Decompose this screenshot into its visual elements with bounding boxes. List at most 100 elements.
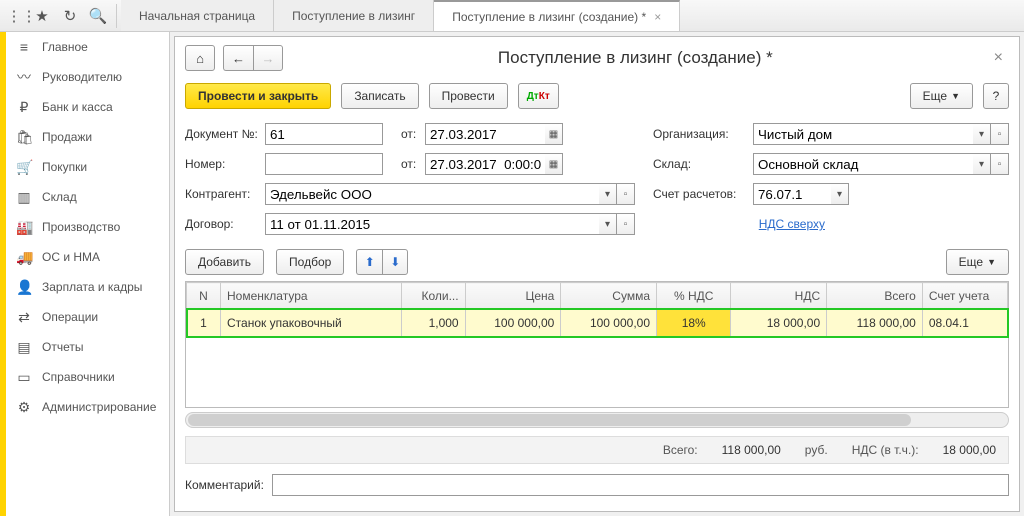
more-button[interactable]: Еще ▼ xyxy=(910,83,973,109)
sidebar-item-production[interactable]: 🏭Производство xyxy=(6,212,169,242)
cell-qty[interactable]: 1,000 xyxy=(401,309,465,337)
counterparty-input[interactable] xyxy=(265,183,599,205)
date-input[interactable] xyxy=(425,123,545,145)
forward-button[interactable]: → xyxy=(253,45,283,71)
chevron-down-icon[interactable]: ▾ xyxy=(973,153,991,175)
person-icon: 👤 xyxy=(16,279,32,296)
move-down-button[interactable]: ⬇ xyxy=(382,249,408,275)
doc-no-label: Документ №: xyxy=(185,127,265,141)
col-price[interactable]: Цена xyxy=(465,283,561,309)
sidebar-item-hr[interactable]: 👤Зарплата и кадры xyxy=(6,272,169,302)
account-input[interactable] xyxy=(753,183,831,205)
cell-price[interactable]: 100 000,00 xyxy=(465,309,561,337)
contract-input[interactable] xyxy=(265,213,599,235)
vat-mode-link[interactable]: НДС сверху xyxy=(759,217,825,231)
sidebar-item-bank[interactable]: ₽Банк и касса xyxy=(6,92,169,122)
sidebar-item-label: Главное xyxy=(42,40,88,54)
move-up-button[interactable]: ⬆ xyxy=(356,249,382,275)
comment-input[interactable] xyxy=(272,474,1009,496)
sidebar-item-label: Администрирование xyxy=(42,400,156,414)
sidebar-item-manager[interactable]: 〰Руководителю xyxy=(6,62,169,92)
help-button[interactable]: ? xyxy=(983,83,1009,109)
apps-icon[interactable]: ⋮⋮⋮ xyxy=(0,2,28,30)
sidebar-item-main[interactable]: ≡ Главное xyxy=(6,32,169,62)
table-empty-space[interactable] xyxy=(185,338,1009,408)
open-icon[interactable]: ▫ xyxy=(991,153,1009,175)
cell-item[interactable]: Станок упаковочный xyxy=(221,309,402,337)
star-icon[interactable]: ★ xyxy=(28,2,56,30)
menu-icon: ≡ xyxy=(16,39,32,55)
chevron-down-icon: ▼ xyxy=(951,91,960,101)
chevron-down-icon[interactable]: ▾ xyxy=(831,183,849,205)
number-input[interactable] xyxy=(265,153,383,175)
post-button[interactable]: Провести xyxy=(429,83,508,109)
cell-total[interactable]: 118 000,00 xyxy=(827,309,923,337)
home-button[interactable]: ⌂ xyxy=(185,45,215,71)
add-row-button[interactable]: Добавить xyxy=(185,249,264,275)
transfer-icon: ⇄ xyxy=(16,309,32,326)
tab-home[interactable]: Начальная страница xyxy=(121,0,274,31)
chart-icon: 〰 xyxy=(16,67,32,87)
close-icon[interactable]: × xyxy=(654,10,661,24)
warehouse-icon: ▥ xyxy=(16,189,32,206)
chevron-down-icon[interactable]: ▾ xyxy=(599,183,617,205)
warehouse-input[interactable] xyxy=(753,153,973,175)
col-vat[interactable]: % НДС xyxy=(657,283,731,309)
col-sum[interactable]: Сумма xyxy=(561,283,657,309)
totals-bar: Всего: 118 000,00 руб. НДС (в т.ч.): 18 … xyxy=(185,436,1009,464)
dt-kt-button[interactable]: ДтКт xyxy=(518,83,559,109)
tab-leasing-create[interactable]: Поступление в лизинг (создание) * × xyxy=(434,0,680,31)
sidebar-item-warehouse[interactable]: ▥Склад xyxy=(6,182,169,212)
sidebar-item-label: Операции xyxy=(42,310,98,324)
sidebar-item-catalogs[interactable]: ▭ Справочники xyxy=(6,362,169,392)
open-icon[interactable]: ▫ xyxy=(991,123,1009,145)
open-icon[interactable]: ▫ xyxy=(617,183,635,205)
tab-leasing-list[interactable]: Поступление в лизинг xyxy=(274,0,434,31)
sidebar-item-label: Производство xyxy=(42,220,120,234)
doc-no-input[interactable] xyxy=(265,123,383,145)
col-total[interactable]: Всего xyxy=(827,283,923,309)
comment-label: Комментарий: xyxy=(185,478,264,492)
cell-sum[interactable]: 100 000,00 xyxy=(561,309,657,337)
cell-vat[interactable]: 18% xyxy=(657,309,731,337)
write-button[interactable]: Записать xyxy=(341,83,418,109)
folder-icon: ▭ xyxy=(16,369,32,386)
sidebar-item-admin[interactable]: ⚙Администрирование xyxy=(6,392,169,422)
col-acct[interactable]: Счет учета xyxy=(922,283,1007,309)
horizontal-scrollbar[interactable] xyxy=(185,412,1009,428)
chevron-down-icon[interactable]: ▾ xyxy=(599,213,617,235)
page-title: Поступление в лизинг (создание) * xyxy=(291,48,980,68)
account-label: Счет расчетов: xyxy=(653,187,753,201)
col-item[interactable]: Номенклатура xyxy=(221,283,402,309)
col-n[interactable]: N xyxy=(187,283,221,309)
sidebar-item-purchases[interactable]: 🛒Покупки xyxy=(6,152,169,182)
close-button[interactable]: × xyxy=(988,49,1009,67)
sidebar-item-assets[interactable]: 🚚ОС и НМА xyxy=(6,242,169,272)
calendar-icon[interactable]: ▦ xyxy=(545,123,563,145)
cell-n[interactable]: 1 xyxy=(187,309,221,337)
col-qty[interactable]: Коли... xyxy=(401,283,465,309)
cell-acct[interactable]: 08.04.1 xyxy=(922,309,1007,337)
datetime-input[interactable] xyxy=(425,153,545,175)
pick-button[interactable]: Подбор xyxy=(276,249,344,275)
post-and-close-button[interactable]: Провести и закрыть xyxy=(185,83,331,109)
col-vat-amt[interactable]: НДС xyxy=(731,283,827,309)
open-icon[interactable]: ▫ xyxy=(617,213,635,235)
cell-vat-amt[interactable]: 18 000,00 xyxy=(731,309,827,337)
table-row[interactable]: 1 Станок упаковочный 1,000 100 000,00 10… xyxy=(187,309,1008,337)
sidebar-item-label: Справочники xyxy=(42,370,115,384)
history-icon[interactable]: ↻ xyxy=(56,2,84,30)
bag-icon: 🛍 xyxy=(16,129,32,146)
scrollbar-thumb[interactable] xyxy=(188,414,911,426)
org-input[interactable] xyxy=(753,123,973,145)
search-icon[interactable]: 🔍 xyxy=(84,2,112,30)
number-label: Номер: xyxy=(185,157,265,171)
totals-currency: руб. xyxy=(805,443,828,457)
sidebar-item-operations[interactable]: ⇄ Операции xyxy=(6,302,169,332)
calendar-icon[interactable]: ▦ xyxy=(545,153,563,175)
table-more-button[interactable]: Еще ▼ xyxy=(946,249,1009,275)
sidebar-item-sales[interactable]: 🛍Продажи xyxy=(6,122,169,152)
back-button[interactable]: ← xyxy=(223,45,253,71)
sidebar-item-reports[interactable]: ▤Отчеты xyxy=(6,332,169,362)
chevron-down-icon[interactable]: ▾ xyxy=(973,123,991,145)
